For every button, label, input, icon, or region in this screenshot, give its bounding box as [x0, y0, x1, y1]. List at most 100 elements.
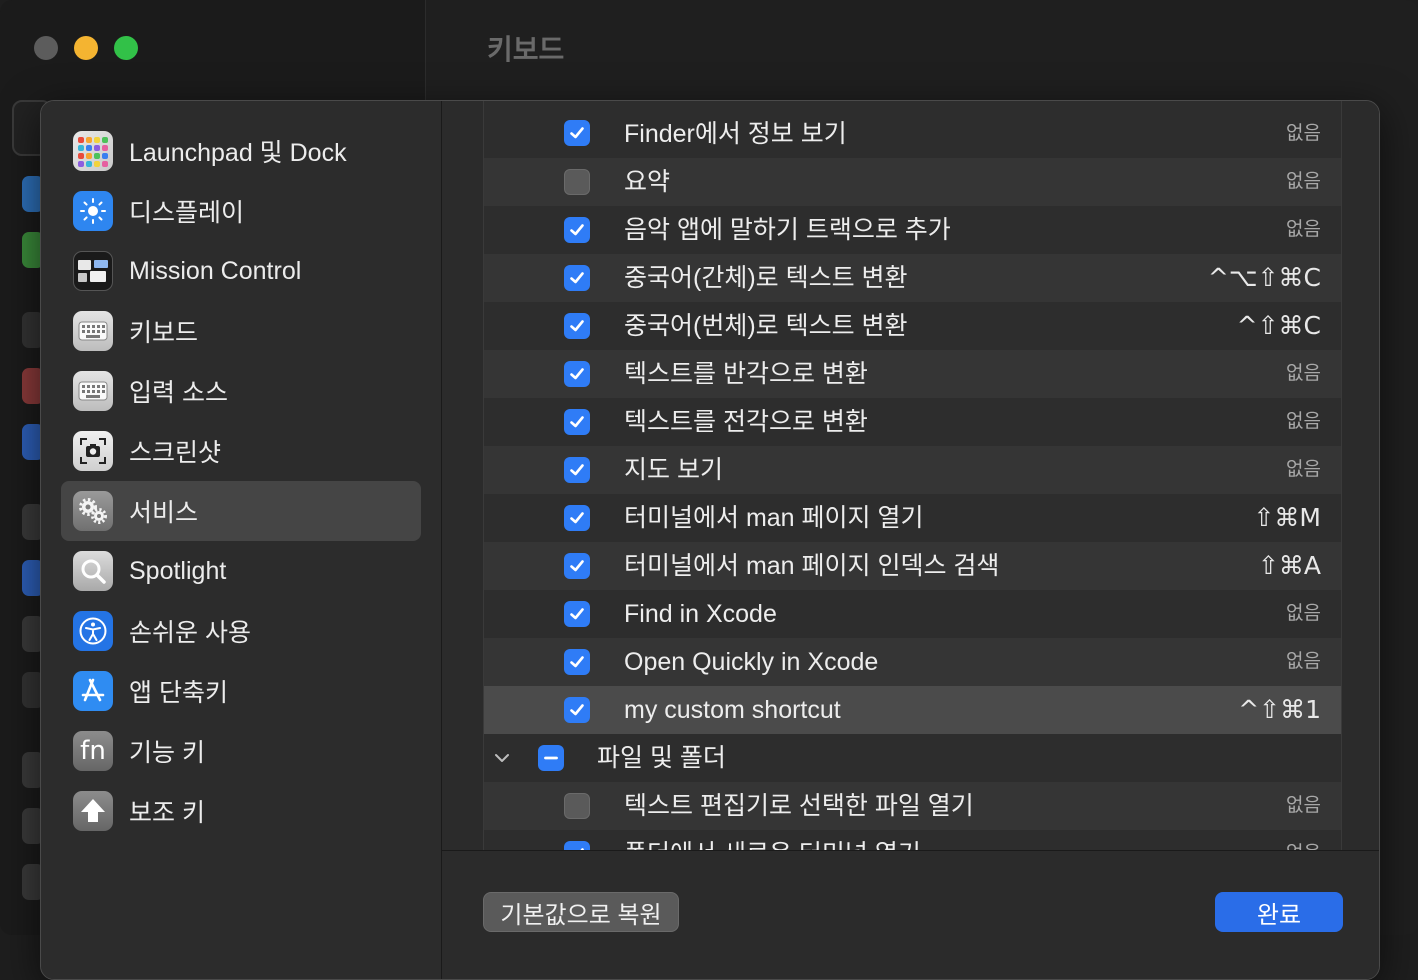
sidebar-item-input-sources[interactable]: 입력 소스 [61, 361, 421, 421]
sidebar-item-label: Mission Control [129, 256, 302, 285]
shortcut-key[interactable]: 없음 [1286, 158, 1321, 206]
shortcut-row[interactable]: 텍스트 편집기로 선택한 파일 열기 없음 [484, 782, 1341, 830]
enable-checkbox[interactable] [564, 457, 590, 483]
sidebar-item-mission-control[interactable]: Mission Control [61, 241, 421, 301]
shortcut-key[interactable]: 없음 [1286, 782, 1321, 830]
enable-checkbox[interactable] [564, 553, 590, 579]
shortcut-key[interactable]: 없음 [1286, 830, 1321, 850]
shortcut-name: 중국어(간체)로 텍스트 변환 [624, 264, 908, 292]
shortcut-row[interactable]: 지도 보기 없음 [484, 446, 1341, 494]
shortcut-row[interactable]: Finder에서 정보 보기 없음 [484, 101, 1341, 158]
window-controls [34, 36, 138, 60]
sidebar-item-label: 디스플레이 [129, 199, 245, 227]
group-name: 파일 및 폴더 [597, 744, 726, 772]
sidebar-item-launchpad-dock[interactable]: Launchpad 및 Dock [61, 121, 421, 181]
shortcut-key[interactable]: 없음 [1286, 206, 1321, 254]
shortcut-row[interactable]: 요약 없음 [484, 158, 1341, 206]
spotlight-icon [73, 551, 113, 591]
sidebar-item-label: 손쉬운 사용 [129, 619, 251, 647]
enable-checkbox[interactable] [564, 217, 590, 243]
shortcut-row[interactable]: 음악 앱에 말하기 트랙으로 추가 없음 [484, 206, 1341, 254]
shortcut-key[interactable]: ^⇧⌘C [1237, 302, 1321, 350]
shortcut-key[interactable]: ^⇧⌘1 [1238, 686, 1321, 734]
shortcut-name: 터미널에서 man 페이지 열기 [624, 504, 924, 532]
shortcut-name: my custom shortcut [624, 696, 841, 724]
shortcut-key[interactable]: 없음 [1286, 446, 1321, 494]
mission-control-icon [73, 251, 113, 291]
enable-checkbox[interactable] [564, 505, 590, 531]
sheet-footer: 기본값으로 복원 완료 [442, 851, 1379, 979]
shortcut-key[interactable]: 없음 [1286, 350, 1321, 398]
shortcut-row[interactable]: 텍스트를 반각으로 변환 없음 [484, 350, 1341, 398]
sidebar-item-keyboard[interactable]: 키보드 [61, 301, 421, 361]
sidebar-item-label: 앱 단축키 [129, 679, 228, 707]
enable-checkbox[interactable] [564, 313, 590, 339]
launchpad-icon [73, 131, 113, 171]
shortcut-key[interactable]: ^⌥⇧⌘C [1208, 254, 1321, 302]
shortcut-name: 폴더에서 새로운 터미널 열기 [624, 830, 921, 850]
chevron-down-icon[interactable] [492, 748, 512, 768]
enable-checkbox[interactable] [564, 649, 590, 675]
shortcut-row[interactable]: Open Quickly in Xcode 없음 [484, 638, 1341, 686]
sidebar-item-spotlight[interactable]: Spotlight [61, 541, 421, 601]
sidebar-item-screenshot[interactable]: 스크린샷 [61, 421, 421, 481]
modifier-keys-icon [73, 791, 113, 831]
sidebar-item-modifier-keys[interactable]: 보조 키 [61, 781, 421, 841]
shortcut-row[interactable]: 중국어(번체)로 텍스트 변환 ^⇧⌘C [484, 302, 1341, 350]
sidebar-item-display[interactable]: 디스플레이 [61, 181, 421, 241]
shortcut-group-row[interactable]: 파일 및 폴더 [484, 734, 1341, 782]
display-brightness-icon [73, 191, 113, 231]
keyboard-shortcuts-sheet: Launchpad 및 Dock 디스플레이 Mission Control 키… [40, 100, 1380, 980]
enable-checkbox[interactable] [564, 841, 590, 850]
shortcut-name: 음악 앱에 말하기 트랙으로 추가 [624, 216, 951, 244]
enable-checkbox[interactable] [564, 793, 590, 819]
shortcut-row[interactable]: 터미널에서 man 페이지 열기 ⇧⌘M [484, 494, 1341, 542]
shortcut-row[interactable]: 터미널에서 man 페이지 인덱스 검색 ⇧⌘A [484, 542, 1341, 590]
shortcut-row[interactable]: 텍스트를 전각으로 변환 없음 [484, 398, 1341, 446]
sidebar-item-services[interactable]: 서비스 [61, 481, 421, 541]
enable-checkbox[interactable] [564, 361, 590, 387]
enable-checkbox[interactable] [564, 601, 590, 627]
sidebar-item-label: Launchpad 및 Dock [129, 139, 347, 167]
sidebar-item-label: 서비스 [129, 499, 199, 527]
shortcut-key[interactable]: ⇧⌘A [1258, 542, 1321, 590]
sidebar-item-function-keys[interactable]: fn 기능 키 [61, 721, 421, 781]
enable-checkbox[interactable] [564, 120, 590, 146]
shortcut-row-selected[interactable]: my custom shortcut ^⇧⌘1 [484, 686, 1341, 734]
shortcut-row[interactable]: Find in Xcode 없음 [484, 590, 1341, 638]
shortcut-name: 텍스트 편집기로 선택한 파일 열기 [624, 792, 974, 820]
fn-key-icon: fn [73, 731, 113, 771]
sidebar-item-label: 키보드 [129, 319, 199, 347]
sidebar-item-label: 기능 키 [129, 739, 205, 767]
shortcut-key[interactable]: 없음 [1286, 110, 1321, 158]
shortcut-key[interactable]: 없음 [1286, 638, 1321, 686]
shortcut-key[interactable]: ⇧⌘M [1253, 494, 1321, 542]
enable-checkbox[interactable] [564, 409, 590, 435]
shortcut-name: 텍스트를 반각으로 변환 [624, 360, 868, 388]
sidebar-item-accessibility[interactable]: 손쉬운 사용 [61, 601, 421, 661]
minimize-window-button[interactable] [74, 36, 98, 60]
restore-defaults-button[interactable]: 기본값으로 복원 [483, 892, 679, 932]
done-button[interactable]: 완료 [1215, 892, 1343, 932]
shortcut-name: 지도 보기 [624, 456, 723, 484]
shortcut-row[interactable]: 중국어(간체)로 텍스트 변환 ^⌥⇧⌘C [484, 254, 1341, 302]
zoom-window-button[interactable] [114, 36, 138, 60]
sidebar-item-app-shortcuts[interactable]: 앱 단축키 [61, 661, 421, 721]
group-mixed-checkbox[interactable] [538, 745, 564, 771]
close-window-button[interactable] [34, 36, 58, 60]
shortcut-name: 중국어(번체)로 텍스트 변환 [624, 312, 908, 340]
shortcut-key[interactable]: 없음 [1286, 590, 1321, 638]
shortcut-row[interactable]: 폴더에서 새로운 터미널 열기 없음 [484, 830, 1341, 850]
app-shortcuts-icon [73, 671, 113, 711]
enable-checkbox[interactable] [564, 265, 590, 291]
screenshot-icon [73, 431, 113, 471]
enable-checkbox[interactable] [564, 697, 590, 723]
enable-checkbox[interactable] [564, 169, 590, 195]
shortcut-key[interactable]: 없음 [1286, 398, 1321, 446]
gears-icon [73, 491, 113, 531]
sidebar-item-label: 보조 키 [129, 799, 205, 827]
services-shortcut-list[interactable]: Finder에서 정보 보기 없음 요약 없음 음악 앱에 말하기 트랙으로 추… [483, 101, 1342, 850]
services-shortcut-pane: Finder에서 정보 보기 없음 요약 없음 음악 앱에 말하기 트랙으로 추… [442, 101, 1379, 851]
accessibility-icon [73, 611, 113, 651]
input-sources-icon [73, 371, 113, 411]
